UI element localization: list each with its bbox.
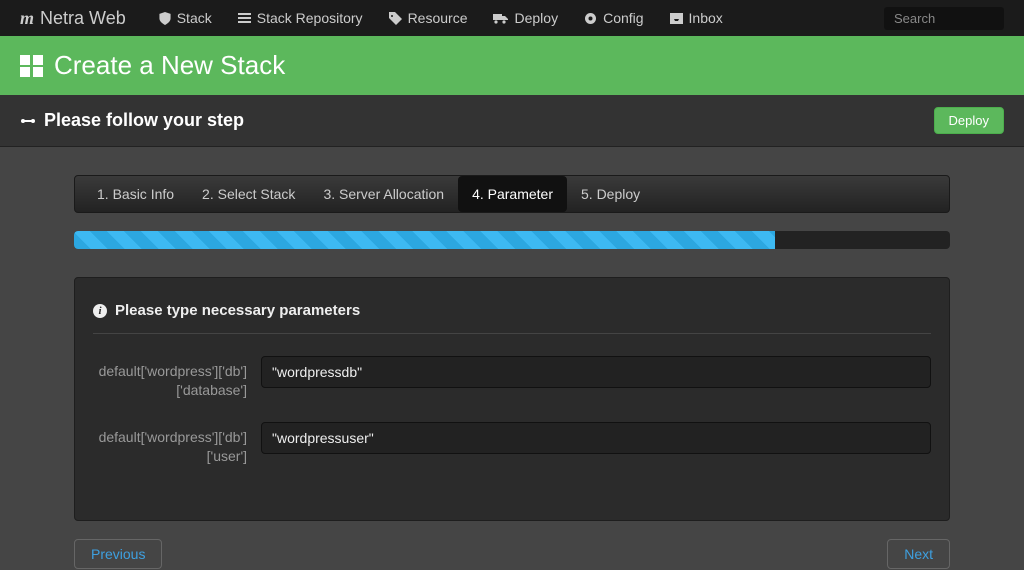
panel-title-text: Please type necessary parameters (115, 302, 360, 319)
nav-label: Resource (408, 10, 468, 26)
tab-parameter[interactable]: 4. Parameter (458, 176, 567, 212)
nav-label: Stack (177, 10, 212, 26)
wizard-footer: Previous Next (74, 539, 950, 569)
param-label: default['wordpress']['db']['database'] (93, 356, 261, 400)
shield-icon (159, 12, 171, 25)
param-row-user: default['wordpress']['db']['user'] (93, 422, 931, 466)
param-input-database[interactable] (261, 356, 931, 388)
list-icon (238, 13, 251, 24)
nav-stack[interactable]: Stack (146, 2, 225, 34)
gear-icon (584, 12, 597, 25)
param-row-database: default['wordpress']['db']['database'] (93, 356, 931, 400)
sub-header-title: Please follow your step (44, 110, 244, 131)
tab-server-allocation[interactable]: 3. Server Allocation (309, 176, 458, 212)
page-header: Create a New Stack (0, 36, 1024, 95)
nav-config[interactable]: Config (571, 2, 656, 34)
nav-resource[interactable]: Resource (376, 2, 481, 34)
top-navbar: m Netra Web Stack Stack Repository Resou… (0, 0, 1024, 36)
panel-title: i Please type necessary parameters (93, 302, 931, 334)
brand-name: Netra Web (40, 8, 126, 29)
brand-logo-icon: m (20, 8, 34, 29)
progress-bar-track (74, 231, 950, 249)
tab-select-stack[interactable]: 2. Select Stack (188, 176, 309, 212)
nav-inbox[interactable]: Inbox (657, 2, 736, 34)
tab-basic-info[interactable]: 1. Basic Info (83, 176, 188, 212)
param-input-user[interactable] (261, 422, 931, 454)
page-title: Create a New Stack (54, 50, 285, 81)
nav-label: Stack Repository (257, 10, 363, 26)
tag-icon (389, 12, 402, 25)
tab-deploy[interactable]: 5. Deploy (567, 176, 654, 212)
info-icon: i (93, 304, 107, 318)
next-button[interactable]: Next (887, 539, 950, 569)
param-label: default['wordpress']['db']['user'] (93, 422, 261, 466)
main-content: 1. Basic Info 2. Select Stack 3. Server … (0, 147, 1024, 569)
grid-icon (20, 55, 44, 77)
steps-nav: 1. Basic Info 2. Select Stack 3. Server … (74, 175, 950, 213)
parameters-panel: i Please type necessary parameters defau… (74, 277, 950, 521)
sub-header: Please follow your step Deploy (0, 95, 1024, 147)
previous-button[interactable]: Previous (74, 539, 162, 569)
truck-icon (493, 13, 508, 24)
inbox-icon (670, 13, 683, 24)
search-input[interactable] (884, 7, 1004, 30)
progress-bar-fill (74, 231, 775, 249)
nav-label: Deploy (514, 10, 558, 26)
nav-deploy[interactable]: Deploy (480, 2, 571, 34)
deploy-button[interactable]: Deploy (934, 107, 1004, 134)
step-dots-icon (20, 114, 36, 128)
nav-label: Inbox (689, 10, 723, 26)
nav-stack-repository[interactable]: Stack Repository (225, 2, 376, 34)
brand[interactable]: m Netra Web (20, 8, 126, 29)
nav-items: Stack Stack Repository Resource Deploy C… (146, 2, 736, 34)
nav-label: Config (603, 10, 643, 26)
